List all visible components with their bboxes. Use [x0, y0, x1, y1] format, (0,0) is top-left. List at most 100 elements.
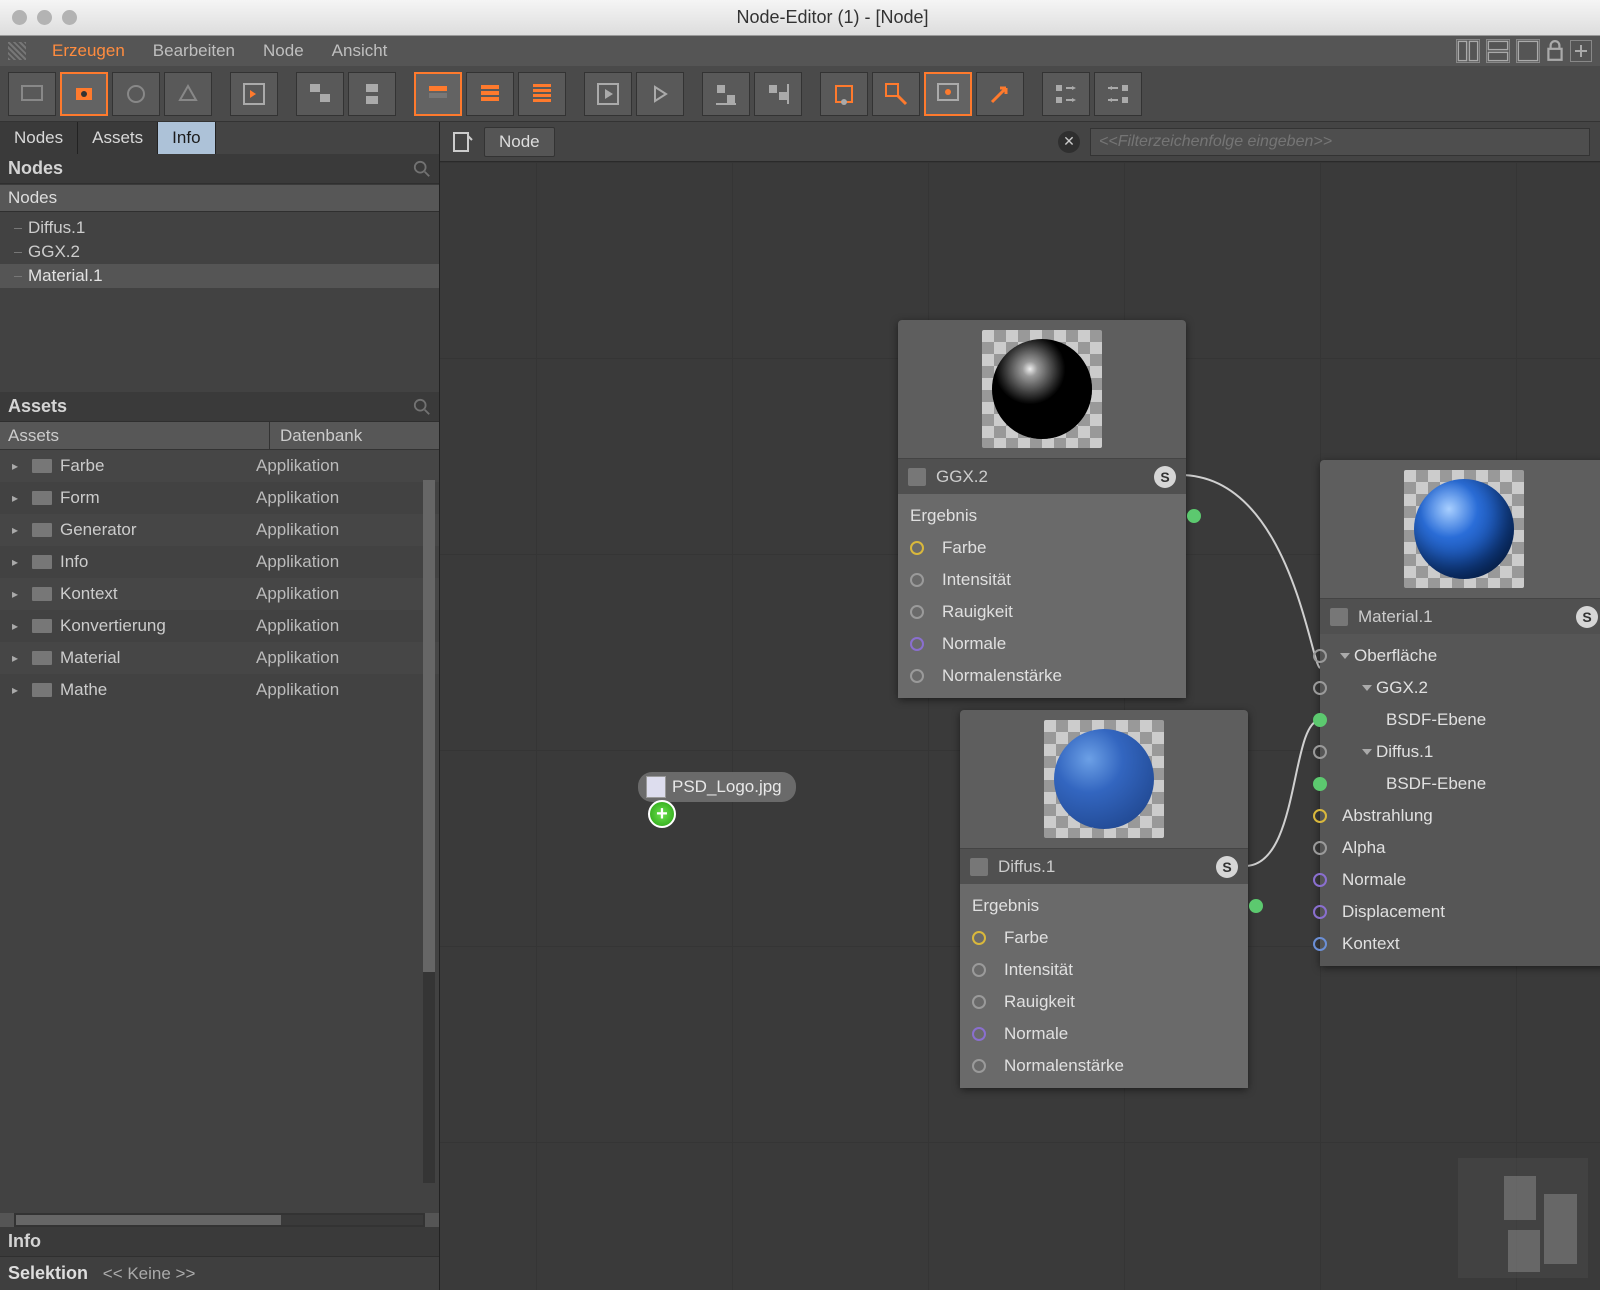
node-title-bar[interactable]: Diffus.1 S: [960, 848, 1248, 884]
navigator[interactable]: [1458, 1158, 1588, 1278]
port-connector-icon[interactable]: [972, 1027, 986, 1041]
port-connector-icon[interactable]: [972, 995, 986, 1009]
input-port[interactable]: Abstrahlung: [1320, 800, 1600, 832]
tool-panel-left[interactable]: [230, 72, 278, 116]
assets-scrollbar[interactable]: [423, 480, 435, 1183]
asset-row[interactable]: ▸InfoApplikation: [0, 546, 439, 578]
add-panel-icon[interactable]: [1570, 40, 1592, 62]
input-port[interactable]: Oberfläche: [1320, 640, 1600, 672]
hscroll-thumb[interactable]: [16, 1215, 281, 1225]
minimize-window-icon[interactable]: [37, 10, 52, 25]
tool-align-h[interactable]: [702, 72, 750, 116]
tool-frame-1[interactable]: [820, 72, 868, 116]
assets-col-db[interactable]: Datenbank: [270, 422, 439, 449]
chevron-right-icon[interactable]: ▸: [12, 651, 24, 665]
asset-row[interactable]: ▸KontextApplikation: [0, 578, 439, 610]
menu-erzeugen[interactable]: Erzeugen: [38, 41, 139, 61]
tool-play[interactable]: [584, 72, 632, 116]
tool-3[interactable]: [112, 72, 160, 116]
asset-row[interactable]: ▸MaterialApplikation: [0, 642, 439, 674]
port-connector-icon[interactable]: [972, 963, 986, 977]
clear-filter-icon[interactable]: ✕: [1058, 131, 1080, 153]
menu-node[interactable]: Node: [249, 41, 318, 61]
port-connector-icon[interactable]: [910, 541, 924, 555]
chevron-right-icon[interactable]: ▸: [12, 459, 24, 473]
tool-arrow[interactable]: [976, 72, 1024, 116]
asset-row[interactable]: ▸KonvertierungApplikation: [0, 610, 439, 642]
input-port[interactable]: BSDF-Ebene: [1320, 768, 1600, 800]
layout-2-icon[interactable]: [1486, 39, 1510, 63]
scroll-right-icon[interactable]: [425, 1213, 439, 1227]
port-connector-icon[interactable]: [1187, 509, 1201, 523]
scrollbar-thumb[interactable]: [423, 480, 435, 972]
tab-info[interactable]: Info: [158, 122, 215, 154]
node-title-bar[interactable]: GGX.2 S: [898, 458, 1186, 494]
input-port[interactable]: Farbe: [960, 922, 1248, 954]
chevron-right-icon[interactable]: ▸: [12, 587, 24, 601]
port-connector-icon[interactable]: [1313, 649, 1327, 663]
tool-group[interactable]: [296, 72, 344, 116]
tool-4[interactable]: [164, 72, 212, 116]
port-connector-icon[interactable]: [1313, 713, 1327, 727]
layout-3-icon[interactable]: [1516, 39, 1540, 63]
assets-col-name[interactable]: Assets: [0, 422, 270, 449]
input-port[interactable]: Intensität: [960, 954, 1248, 986]
port-connector-icon[interactable]: [972, 1059, 986, 1073]
scroll-left-icon[interactable]: [0, 1213, 14, 1227]
search-icon[interactable]: [413, 160, 431, 178]
filter-input[interactable]: [1090, 128, 1590, 156]
close-window-icon[interactable]: [12, 10, 27, 25]
input-port[interactable]: BSDF-Ebene: [1320, 704, 1600, 736]
input-port[interactable]: Intensität: [898, 564, 1186, 596]
disclose-icon[interactable]: [1362, 685, 1372, 691]
asset-row[interactable]: ▸GeneratorApplikation: [0, 514, 439, 546]
port-connector-icon[interactable]: [1313, 777, 1327, 791]
tool-rows-2[interactable]: [466, 72, 514, 116]
grip-icon[interactable]: [8, 42, 26, 60]
input-port[interactable]: Farbe: [898, 532, 1186, 564]
chevron-right-icon[interactable]: ▸: [12, 619, 24, 633]
node-ggx[interactable]: GGX.2 S Ergebnis FarbeIntensitätRauigkei…: [898, 320, 1186, 698]
input-port[interactable]: Alpha: [1320, 832, 1600, 864]
input-port[interactable]: Kontext: [1320, 928, 1600, 960]
nodes-column-header[interactable]: Nodes: [0, 184, 439, 212]
tree-item[interactable]: Diffus.1: [0, 216, 439, 240]
tab-assets[interactable]: Assets: [78, 122, 158, 154]
tool-rows-3[interactable]: [518, 72, 566, 116]
input-port[interactable]: Normale: [1320, 864, 1600, 896]
port-connector-icon[interactable]: [1249, 899, 1263, 913]
port-connector-icon[interactable]: [910, 605, 924, 619]
node-editor[interactable]: Node ✕ GGX.2 S Ergebnis FarbeIntensitätR…: [440, 122, 1600, 1290]
window-controls[interactable]: [12, 10, 77, 25]
port-connector-icon[interactable]: [1313, 905, 1327, 919]
breadcrumb[interactable]: Node: [484, 127, 555, 157]
tool-rows-1[interactable]: [414, 72, 462, 116]
search-icon[interactable]: [413, 398, 431, 416]
asset-row[interactable]: ▸MatheApplikation: [0, 674, 439, 706]
tab-nodes[interactable]: Nodes: [0, 122, 78, 154]
disclose-icon[interactable]: [1362, 749, 1372, 755]
input-port[interactable]: Displacement: [1320, 896, 1600, 928]
port-connector-icon[interactable]: [910, 573, 924, 587]
node-title-bar[interactable]: Material.1 S: [1320, 598, 1600, 634]
asset-row[interactable]: ▸FormApplikation: [0, 482, 439, 514]
menu-bearbeiten[interactable]: Bearbeiten: [139, 41, 249, 61]
node-diffus[interactable]: Diffus.1 S Ergebnis FarbeIntensitätRauig…: [960, 710, 1248, 1088]
port-connector-icon[interactable]: [1313, 873, 1327, 887]
assets-hscroll[interactable]: [0, 1213, 439, 1227]
input-port[interactable]: Normale: [960, 1018, 1248, 1050]
tool-preview[interactable]: [924, 72, 972, 116]
port-connector-icon[interactable]: [972, 931, 986, 945]
input-port[interactable]: Rauigkeit: [960, 986, 1248, 1018]
port-connector-icon[interactable]: [1313, 745, 1327, 759]
output-port[interactable]: Ergebnis: [960, 890, 1248, 922]
port-connector-icon[interactable]: [1313, 937, 1327, 951]
tool-play-2[interactable]: [636, 72, 684, 116]
solo-badge-icon[interactable]: S: [1154, 466, 1176, 488]
asset-row[interactable]: ▸FarbeApplikation: [0, 450, 439, 482]
port-connector-icon[interactable]: [910, 669, 924, 683]
assets-column-headers[interactable]: Assets Datenbank: [0, 422, 439, 450]
input-port[interactable]: Diffus.1: [1320, 736, 1600, 768]
port-connector-icon[interactable]: [1313, 681, 1327, 695]
tree-item[interactable]: GGX.2: [0, 240, 439, 264]
